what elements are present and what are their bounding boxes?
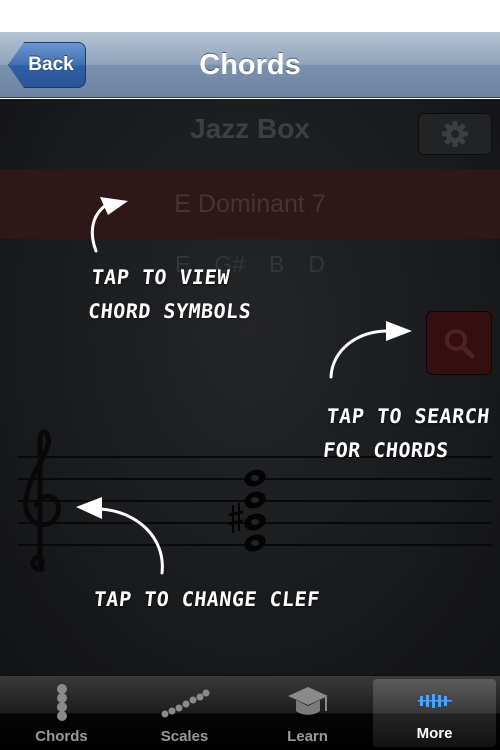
arrow-icon <box>76 497 164 575</box>
search-button[interactable] <box>426 311 492 375</box>
app-screen: Back Chords Jazz Box E Dominant 7 E G# B… <box>0 0 500 750</box>
tab-learn[interactable]: Learn <box>246 676 369 750</box>
settings-button[interactable] <box>418 113 492 155</box>
status-bar <box>0 0 500 32</box>
navigation-bar: Back Chords <box>0 32 500 98</box>
sharp-icon <box>228 503 244 533</box>
chord-notes-graphic <box>244 469 266 552</box>
arrow-icon <box>90 197 128 253</box>
more-bars-icon <box>417 694 452 708</box>
scale-dots-icon <box>161 689 209 718</box>
tab-chords[interactable]: Chords <box>0 676 123 750</box>
chord-name: E Dominant 7 <box>174 189 326 218</box>
chord-note: D <box>308 251 325 277</box>
tip-search-chords: Tap to search for chords <box>321 399 498 467</box>
tab-label: Chords <box>35 728 88 745</box>
tip-text: for chords <box>321 438 450 462</box>
tab-scales[interactable]: Scales <box>123 676 246 750</box>
tip-text: chord symbols <box>86 299 253 323</box>
chord-dots-icon <box>56 684 67 721</box>
tip-change-clef: Tap to change clef <box>92 587 322 611</box>
magnifier-icon <box>445 329 475 359</box>
gear-icon <box>442 121 468 147</box>
chord-viewer: Jazz Box E Dominant 7 E G# B D TAP TO VI… <box>0 99 500 675</box>
chord-name-banner[interactable]: E Dominant 7 <box>0 169 500 239</box>
graduation-cap-icon <box>287 687 328 715</box>
back-button[interactable]: Back <box>8 42 86 88</box>
tip-text: Tap to view <box>90 265 232 289</box>
tab-label: Scales <box>160 728 209 745</box>
tab-label: More <box>416 725 453 742</box>
arrow-icon <box>329 321 412 379</box>
tip-text: Tap to search <box>325 404 492 428</box>
tab-bar: Chords Scales Learn More <box>0 675 500 750</box>
tab-more[interactable]: More <box>373 679 496 747</box>
tip-view-chord-symbols: Tap to view chord symbols <box>86 260 293 328</box>
tab-label: Learn <box>287 728 328 745</box>
